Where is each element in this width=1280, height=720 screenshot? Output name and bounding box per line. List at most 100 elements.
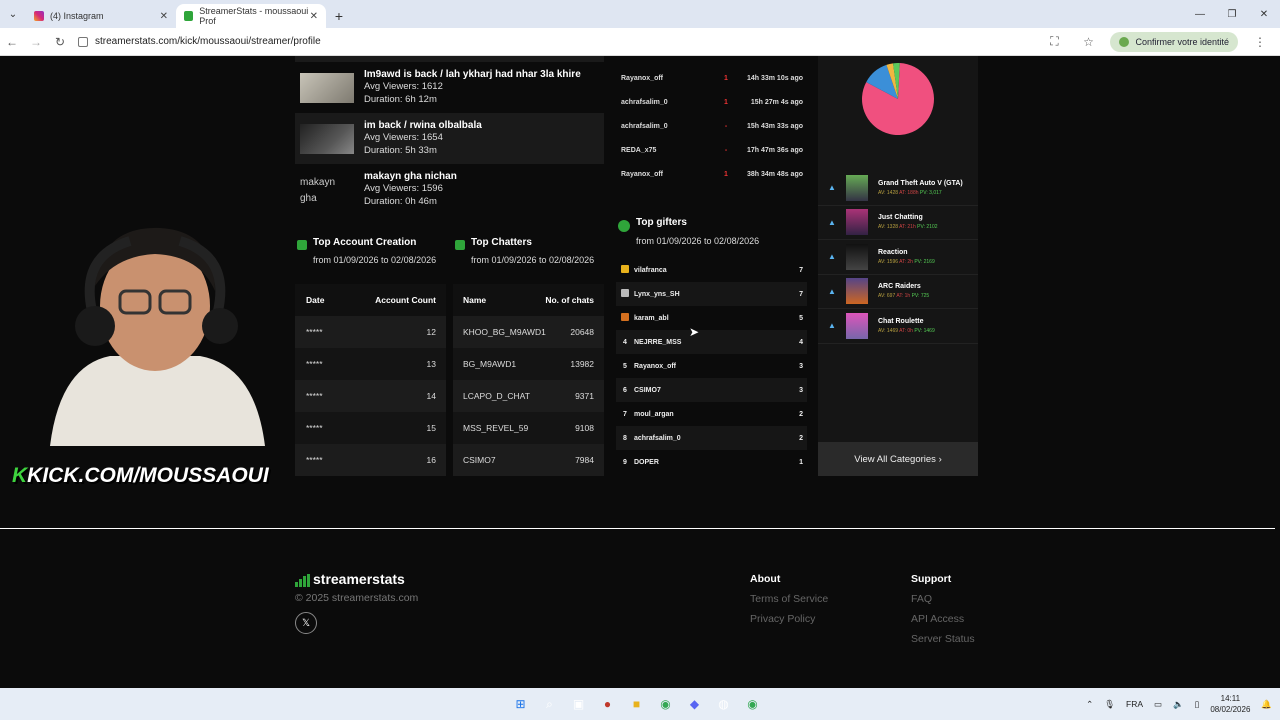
gifter-name[interactable]: achrafsalim_0 — [634, 435, 795, 442]
gifter-name[interactable]: Rayanox_off — [634, 363, 795, 370]
site-info-icon[interactable] — [78, 36, 88, 47]
new-tab-button[interactable]: + — [326, 4, 352, 28]
discord-icon[interactable]: ◆ — [686, 696, 703, 713]
tab-instagram[interactable]: (4) Instagram ✕ — [26, 4, 176, 28]
chatter-time: 14h 33m 10s ago — [746, 74, 803, 82]
task-view-icon[interactable]: ▣ — [570, 696, 587, 713]
chatter-name[interactable]: Rayanox_off — [616, 171, 706, 178]
tab-search-icon[interactable]: ⌄ — [0, 0, 26, 28]
x-social-icon[interactable]: 𝕏 — [295, 612, 317, 634]
footer-logo[interactable]: streamerstats — [295, 571, 405, 587]
kick-logo: K — [12, 464, 28, 487]
gifter-name[interactable]: Lynx_yns_SH — [634, 291, 795, 298]
cell-chats: 9108 — [575, 423, 594, 433]
gifter-name[interactable]: DOPER — [634, 459, 795, 466]
category-item[interactable]: ▲ Grand Theft Auto V (GTA) AV: 1428 AT: … — [818, 171, 978, 206]
stream-avg-viewers: Avg Viewers: 1654 — [364, 131, 443, 143]
close-window-icon[interactable]: ✕ — [1248, 0, 1280, 28]
stream-item[interactable]: im back / rwina olbalbala Avg Viewers: 1… — [295, 113, 604, 164]
menu-icon[interactable]: ⋮ — [1248, 35, 1272, 49]
gifter-name[interactable]: vilafranca — [634, 267, 795, 274]
url-field[interactable]: streamerstats.com/kick/moussaoui/streame… — [78, 36, 1038, 47]
cell-name[interactable]: LCAPO_D_CHAT — [453, 391, 543, 401]
gifter-count: 3 — [799, 362, 803, 370]
restore-icon[interactable]: ❐ — [1216, 0, 1248, 28]
gifter-count: 5 — [799, 314, 803, 322]
category-item[interactable]: ▲ ARC Raiders AV: 697 AT: 1h PV: 725 — [818, 275, 978, 309]
notification-icon[interactable]: 🔔 — [1261, 699, 1272, 710]
address-bar: ← → ↻ streamerstats.com/kick/moussaoui/s… — [0, 28, 1280, 56]
gifter-rank: 5 — [623, 362, 627, 370]
cell-chats: 9371 — [575, 391, 594, 401]
cell-name[interactable]: BG_M9AWD1 — [453, 359, 543, 369]
forward-icon[interactable]: → — [24, 35, 48, 49]
view-all-categories-button[interactable]: View All Categories › — [818, 442, 978, 476]
view-all-label: View All Categories — [854, 453, 936, 465]
cell-date: ***** — [306, 359, 323, 369]
kick-channel-url: KICK.COM/MOUSSAOUI — [27, 464, 269, 487]
cell-name[interactable]: CSIMO7 — [453, 455, 543, 465]
stream-duration: Duration: 5h 33m — [364, 145, 437, 156]
app-red-icon[interactable]: ● — [599, 696, 616, 713]
list-item: vilafranca 7 — [616, 258, 807, 282]
gifter-name[interactable]: NEJRRE_MSS — [634, 339, 795, 346]
footer-link-faq[interactable]: FAQ — [911, 593, 975, 605]
volume-icon[interactable]: 🔈 — [1173, 699, 1184, 710]
footer-link-status[interactable]: Server Status — [911, 633, 975, 645]
category-name: Chat Roulette — [878, 317, 924, 325]
close-icon[interactable]: ✕ — [310, 11, 318, 22]
search-icon[interactable]: ⌕ — [541, 696, 558, 713]
table-row: ***** 12 — [295, 316, 446, 348]
microphone-icon[interactable]: 🎙 — [1104, 699, 1115, 710]
clock[interactable]: 14:11 08/02/2026 — [1210, 693, 1250, 715]
battery-icon[interactable]: ▯ — [1195, 699, 1200, 710]
category-item[interactable]: ▲ Reaction AV: 1596 AT: 2h PV: 2169 — [818, 240, 978, 275]
clock-time: 14:11 — [1220, 694, 1241, 703]
stream-item[interactable]: Im9awd is back / lah ykharj had nhar 3la… — [295, 62, 604, 113]
category-av: AV: 1428 — [878, 189, 899, 196]
back-icon[interactable]: ← — [0, 35, 24, 49]
cell-name[interactable]: MSS_REVEL_59 — [453, 423, 543, 433]
top-gifters-list: vilafranca 7 Lynx_yns_SH 7 karam_abl 5 4 NEJ… — [616, 258, 807, 474]
file-explorer-icon[interactable]: ■ — [628, 696, 645, 713]
gifter-name[interactable]: CSIMO7 — [634, 387, 795, 394]
profile-icon — [1119, 36, 1130, 47]
language-indicator[interactable]: FRA — [1126, 699, 1143, 709]
user-icon — [455, 240, 465, 250]
chevron-up-icon[interactable]: ⌃ — [1086, 699, 1093, 710]
obs-icon[interactable]: ◍ — [715, 696, 732, 713]
cell-date: ***** — [306, 455, 323, 465]
identity-button[interactable]: Confirmer votre identité — [1110, 31, 1238, 52]
reload-icon[interactable]: ↻ — [48, 35, 72, 49]
footer-link-terms[interactable]: Terms of Service — [750, 593, 828, 605]
column-header: Date — [306, 295, 325, 305]
category-thumbnail — [846, 174, 868, 201]
gifter-name[interactable]: karam_abl — [634, 315, 795, 322]
column-header: Account Count — [375, 295, 436, 305]
tab-streamerstats[interactable]: StreamerStats - moussaoui Prof ✕ — [176, 4, 326, 28]
chrome-icon[interactable]: ◉ — [657, 696, 674, 713]
translate-icon[interactable]: ⛶ — [1042, 34, 1066, 49]
cell-name[interactable]: KHOO_BG_M9AWD1 — [453, 327, 546, 337]
stream-thumbnail — [300, 72, 354, 103]
chatter-name[interactable]: REDA_x75 — [616, 147, 706, 154]
stream-item[interactable]: makayn gha makayn gha nichan Avg Viewers… — [295, 164, 604, 215]
gifter-name[interactable]: moul_argan — [634, 411, 795, 418]
play-icon — [618, 220, 630, 232]
chatter-name[interactable]: achrafsalim_0 — [616, 99, 706, 106]
category-item[interactable]: ▲ Chat Roulette AV: 1469 AT: 0h PV: 1469 — [818, 309, 978, 344]
footer-link-privacy[interactable]: Privacy Policy — [750, 613, 828, 625]
chatter-name[interactable]: Rayanox_off — [616, 75, 706, 82]
windows-start-icon[interactable]: ⊞ — [512, 696, 529, 713]
bookmark-star-icon[interactable]: ☆ — [1076, 35, 1100, 49]
close-icon[interactable]: ✕ — [160, 11, 168, 22]
category-item[interactable]: ▲ Just Chatting AV: 1328 AT: 21h PV: 210… — [818, 206, 978, 240]
brand-name: streamerstats — [313, 571, 405, 587]
chatter-name[interactable]: achrafsalim_0 — [616, 123, 706, 130]
streamer-webcam-image — [50, 227, 265, 446]
footer-link-api[interactable]: API Access — [911, 613, 975, 625]
chrome-active-icon[interactable]: ◉ — [744, 696, 761, 713]
minimize-icon[interactable]: — — [1184, 0, 1216, 28]
trend-up-icon: ▲ — [828, 286, 836, 296]
network-icon[interactable]: ▭ — [1154, 699, 1162, 710]
